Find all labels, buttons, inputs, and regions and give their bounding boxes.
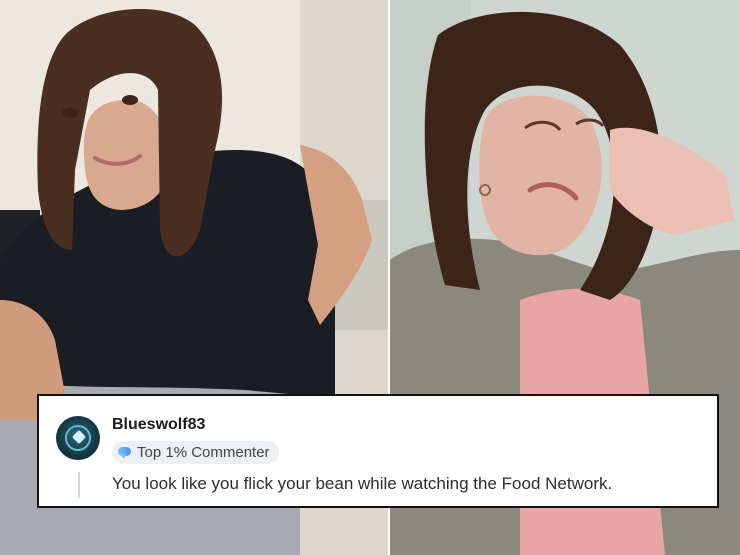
top-commenter-badge: Top 1% Commenter [112,441,279,464]
comment-body: You look like you flick your bean while … [112,474,613,493]
comment-card: Blueswolf83 Top 1% Commenter You look li… [37,394,719,508]
avatar[interactable] [56,416,100,460]
thread-line [78,472,80,498]
meme-image: Blueswolf83 Top 1% Commenter You look li… [0,0,740,555]
comment-username[interactable]: Blueswolf83 [112,416,205,434]
comment-bubble-icon [118,446,132,459]
badge-label: Top 1% Commenter [137,444,270,461]
